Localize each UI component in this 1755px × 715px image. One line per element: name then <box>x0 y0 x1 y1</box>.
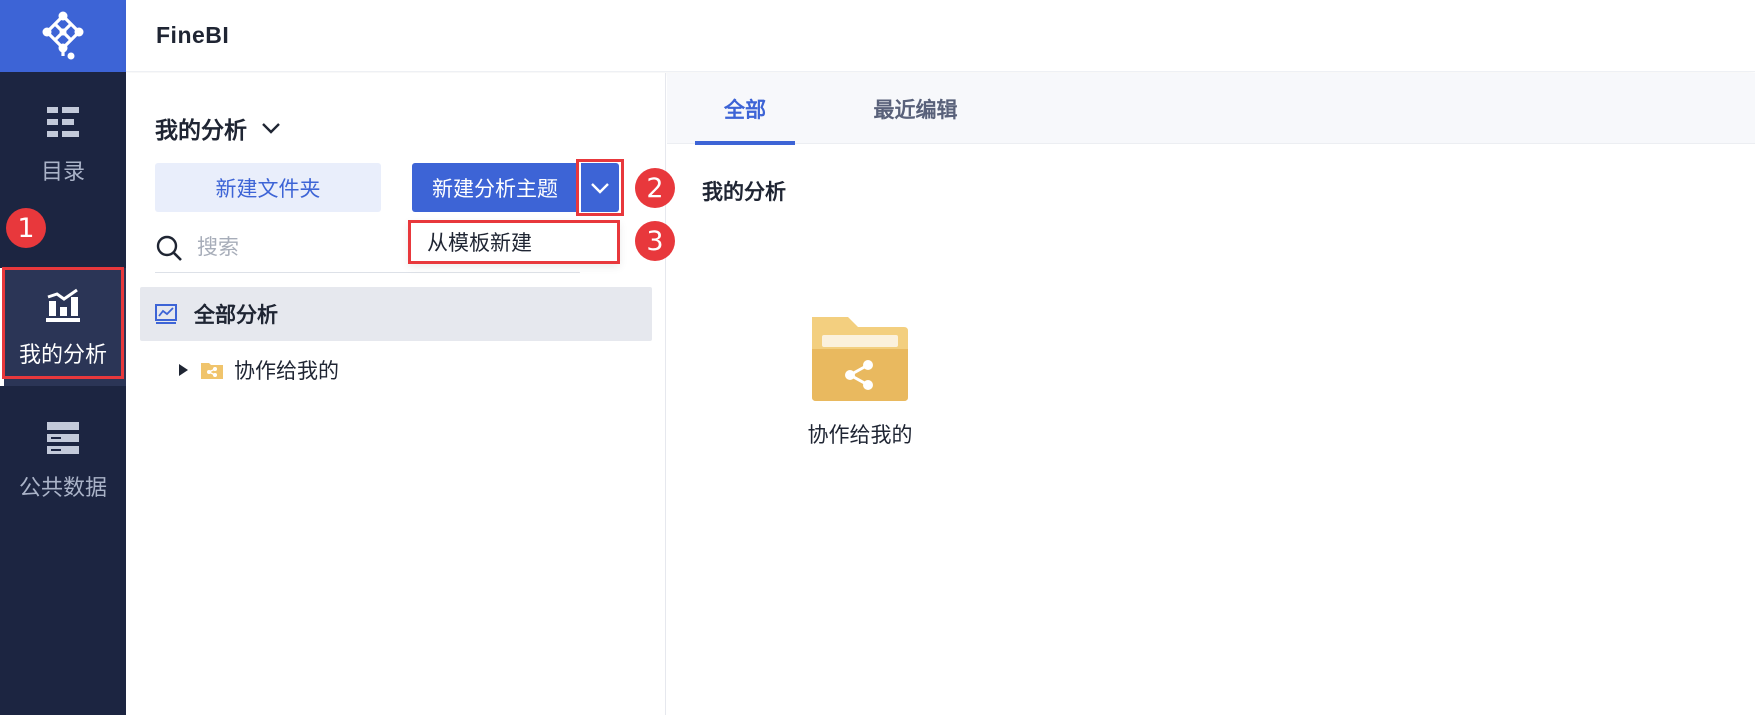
nav-item-catalog[interactable]: 目录 <box>0 88 126 200</box>
tree-label-shared: 协作给我的 <box>234 360 339 383</box>
panel-title[interactable]: 我的分析 <box>155 111 281 145</box>
chevron-down-icon <box>591 182 609 194</box>
dropdown-item-from-template[interactable]: 从模板新建 <box>408 220 620 264</box>
tree-item-shared[interactable]: 协作给我的 <box>176 350 339 390</box>
search-icon <box>156 235 182 261</box>
nav-label-public-data: 公共数据 <box>18 475 107 500</box>
new-topic-button[interactable]: 新建分析主题 <box>412 163 578 212</box>
logo-icon <box>42 11 84 60</box>
tree-label-all-analysis: 全部分析 <box>194 304 278 327</box>
chart-icon <box>46 288 80 322</box>
tree-item-all-analysis[interactable]: 全部分析 <box>140 287 652 341</box>
nav-label-catalog: 目录 <box>40 159 85 184</box>
database-icon <box>47 422 79 454</box>
step-marker-2: 2 <box>635 168 675 208</box>
panel-title-text: 我的分析 <box>155 117 247 143</box>
app-logo[interactable] <box>0 0 126 72</box>
shared-folder-icon <box>201 363 223 379</box>
left-nav: 目录 我的分析 公共数据 <box>0 0 126 715</box>
app-title: FineBI <box>156 22 230 48</box>
nav-label-my-analysis: 我的分析 <box>18 342 107 367</box>
step-marker-3: 3 <box>635 221 675 261</box>
folder-tile-label: 协作给我的 <box>807 424 913 447</box>
shared-folder-icon <box>812 317 908 401</box>
top-bar: FineBI <box>126 0 1755 72</box>
content-tabs: 全部 最近编辑 <box>667 73 1755 145</box>
analysis-icon <box>155 304 177 324</box>
app-root: 目录 我的分析 公共数据 FineBI 我的分析 新建文件夹 新建分析主题 搜索… <box>0 0 1755 715</box>
content-area: 全部 最近编辑 我的分析 协作给我的 <box>667 73 1755 715</box>
tab-all[interactable]: 全部 <box>695 73 795 145</box>
analysis-panel: 我的分析 新建文件夹 新建分析主题 从模板新建 <box>126 73 666 715</box>
section-title: 我的分析 <box>702 181 786 204</box>
nav-item-my-analysis[interactable]: 我的分析 <box>0 268 126 386</box>
step-marker-1: 1 <box>6 208 46 248</box>
folder-tile-shared[interactable]: 协作给我的 <box>787 313 933 463</box>
new-topic-dropdown-button[interactable] <box>581 163 619 212</box>
new-folder-button[interactable]: 新建文件夹 <box>155 163 381 212</box>
nav-item-public-data[interactable]: 公共数据 <box>0 404 126 516</box>
chevron-down-icon <box>262 123 280 134</box>
list-icon <box>47 107 79 137</box>
caret-right-icon[interactable] <box>176 362 190 378</box>
tab-recent[interactable]: 最近编辑 <box>843 73 988 144</box>
